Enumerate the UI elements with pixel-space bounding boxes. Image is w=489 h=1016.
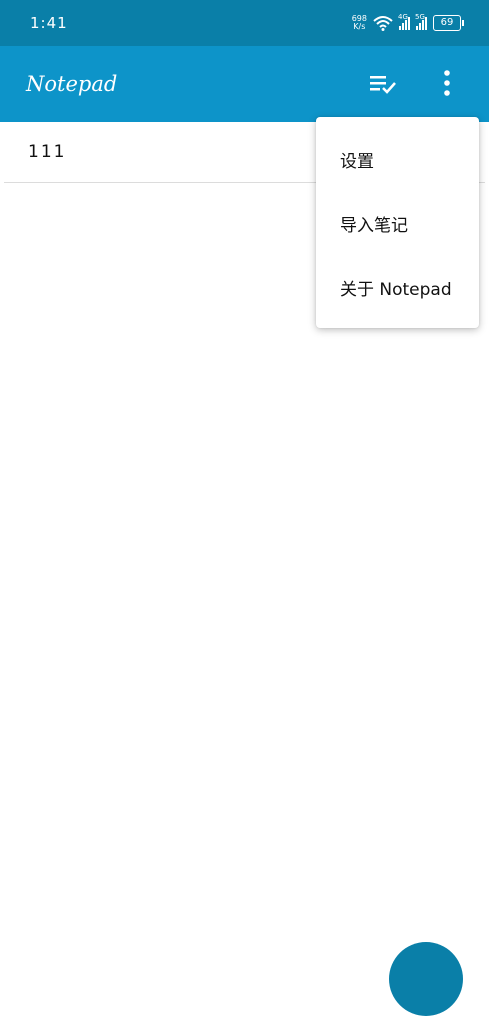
more-options-button[interactable]: [433, 68, 461, 98]
signal-5g-label: 5G: [415, 13, 425, 21]
menu-item-import-notes[interactable]: 导入笔记: [316, 191, 479, 255]
battery-level: 69: [440, 17, 454, 28]
app-bar: Notepad: [0, 46, 489, 122]
app-title: Notepad: [26, 72, 118, 96]
signal-5g-icon: 5G: [415, 13, 427, 30]
status-icons: 698 K/s 4G 5G 69: [352, 12, 464, 34]
sort-button[interactable]: [368, 72, 398, 96]
status-time: 1:41: [30, 14, 68, 32]
signal-4g-icon: 4G: [398, 13, 410, 30]
add-note-fab[interactable]: [389, 942, 463, 1016]
network-speed: 698 K/s: [352, 15, 367, 31]
overflow-menu: 设置 导入笔记 关于 Notepad: [316, 117, 479, 328]
battery-icon: 69: [433, 15, 464, 31]
status-bar: 1:41 698 K/s 4G 5G 69: [0, 0, 489, 46]
sort-check-icon: [370, 76, 396, 94]
network-speed-unit: K/s: [353, 22, 366, 31]
note-title: 111: [28, 142, 67, 162]
menu-item-settings[interactable]: 设置: [316, 127, 479, 191]
more-vert-icon: [444, 70, 450, 96]
signal-4g-label: 4G: [398, 13, 408, 21]
wifi-icon: [373, 16, 393, 31]
menu-item-about[interactable]: 关于 Notepad: [316, 255, 479, 319]
